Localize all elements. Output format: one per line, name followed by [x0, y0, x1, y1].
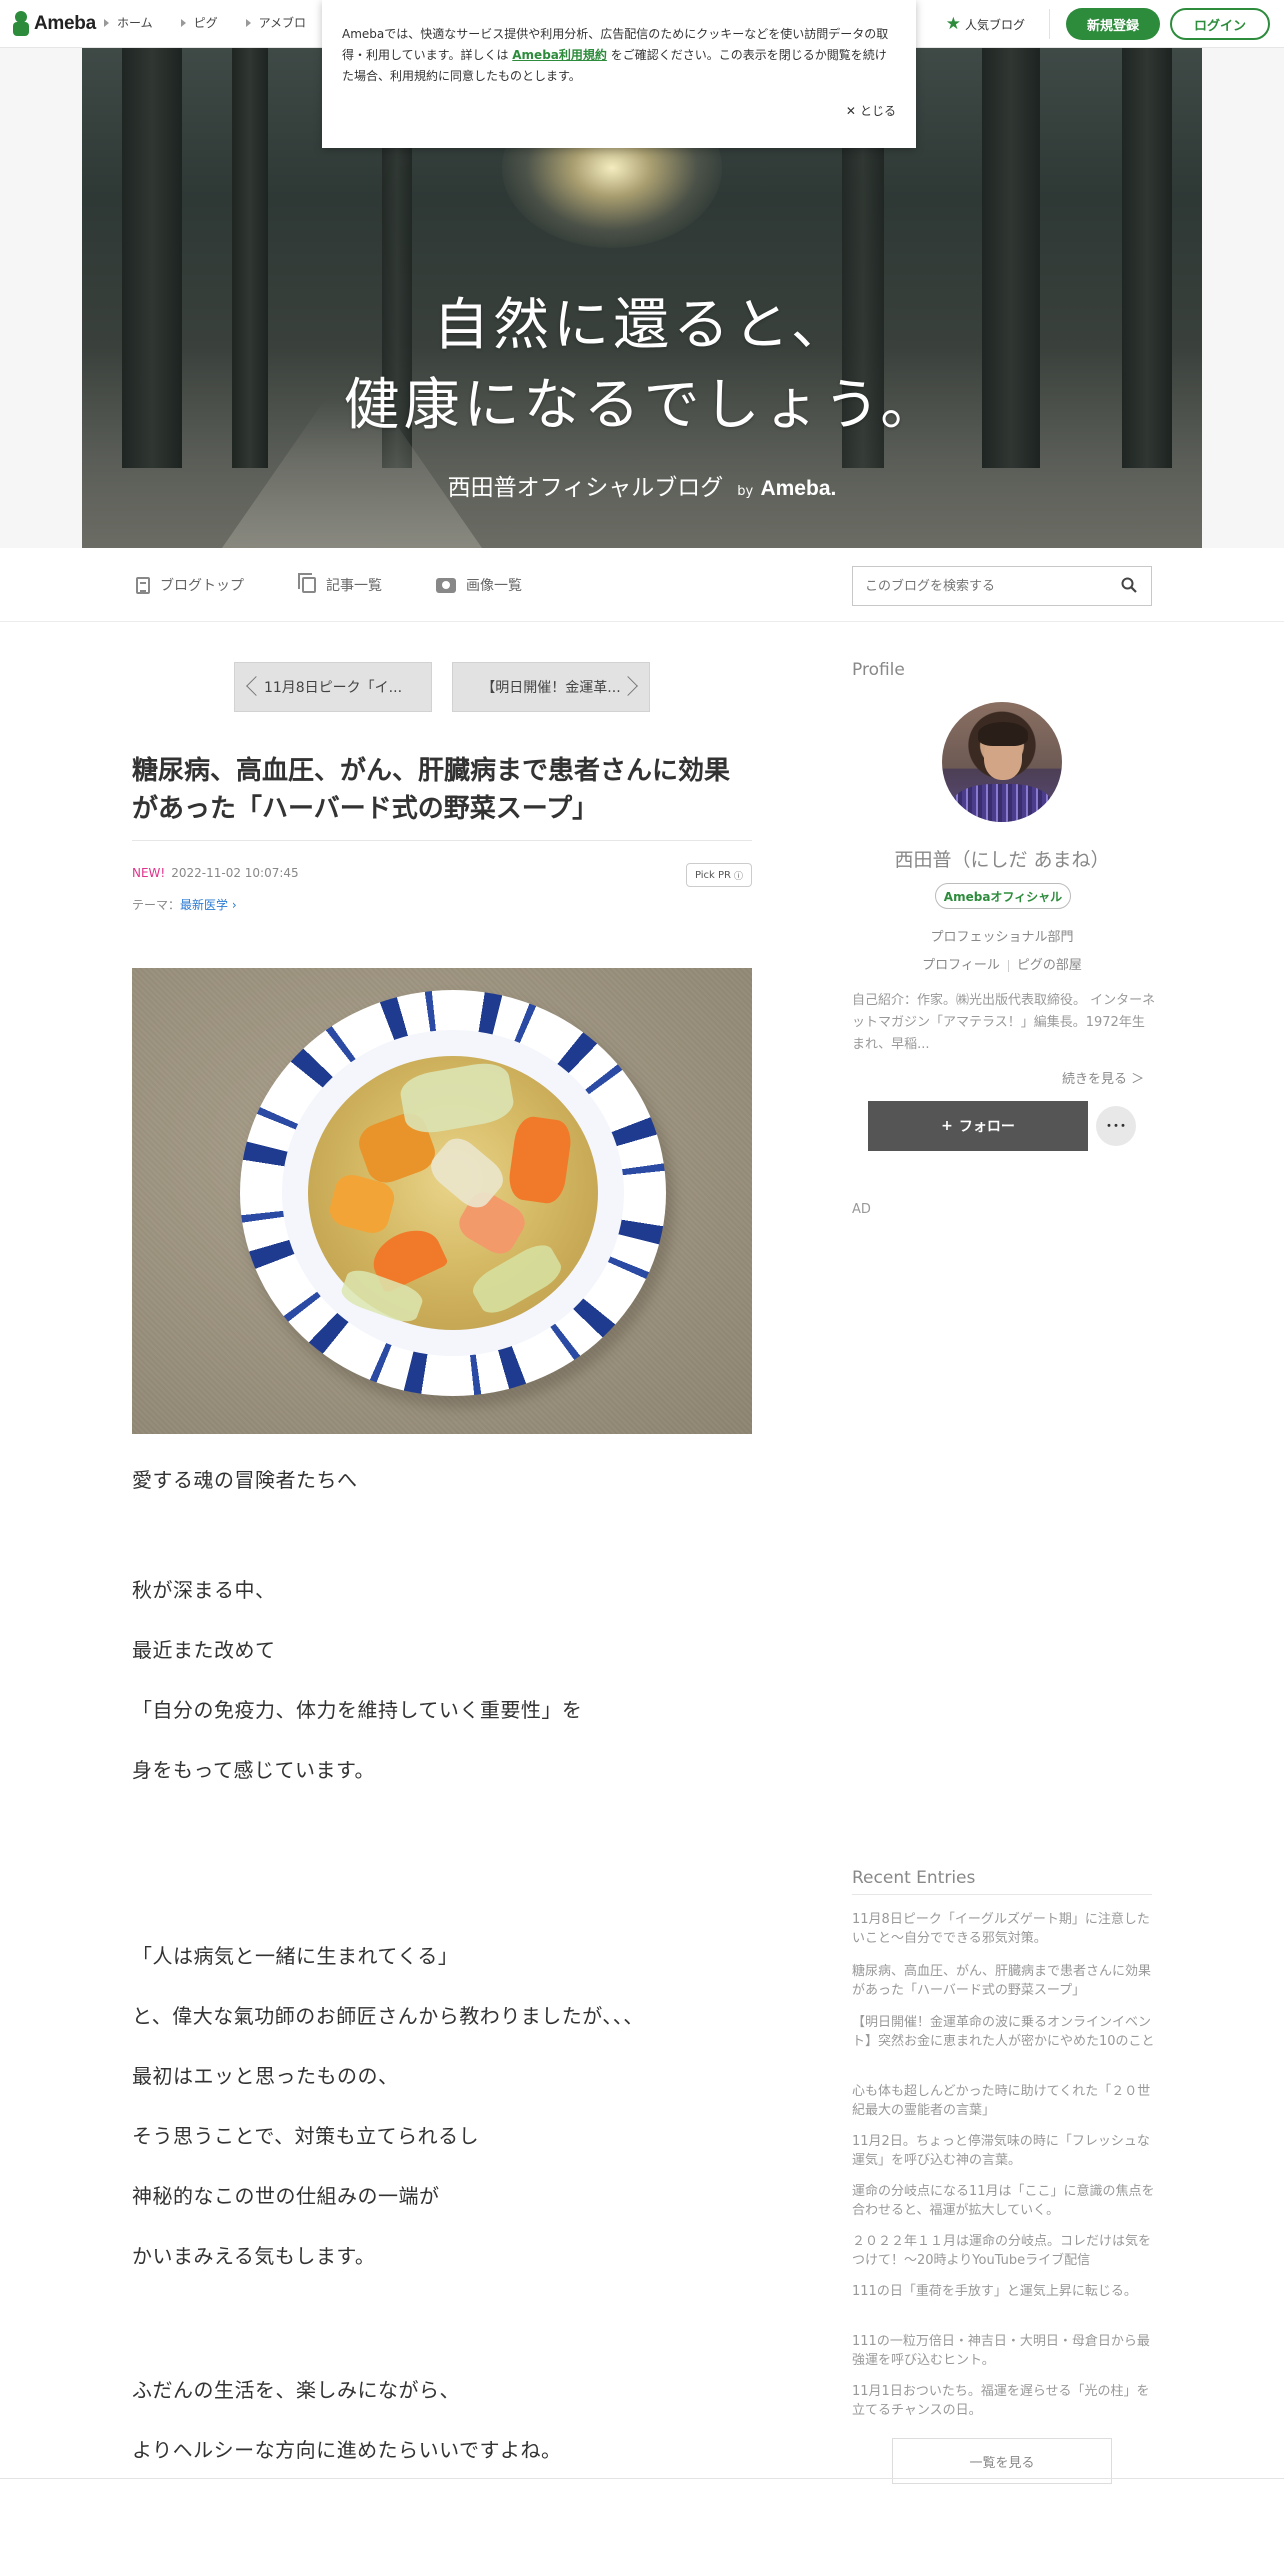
follow-button[interactable]: + フォロー: [868, 1101, 1088, 1151]
camera-icon: [436, 577, 456, 593]
cookie-banner: Amebaでは、快適なサービス提供や利用分析、広告配信のためにクッキーなどを使い…: [322, 0, 916, 148]
article-paragraph: 最近また改めて: [132, 1638, 276, 1662]
recent-entries-heading: Recent Entries: [852, 1868, 976, 1888]
article-paragraph: そう思うことで、対策も立てられるし: [132, 2124, 480, 2148]
recent-entry[interactable]: 【明日開催！金運革命の波に乗るオンラインイベント】突然お金に恵まれた人が密かにや…: [852, 2013, 1156, 2051]
hero-title-line2: 健康になるでしょう。: [343, 373, 941, 438]
article-paragraph: 身をもって感じています。: [132, 1758, 375, 1782]
divider: [132, 840, 752, 841]
recent-entry[interactable]: 運命の分岐点になる11月は「ここ」に意識の焦点を合わせると、福運が拡大していく。: [852, 2182, 1156, 2220]
article-paragraph: 「自分の免疫力、体力を維持していく重要性」を: [132, 1698, 583, 1722]
article-theme: テーマ：最新医学 ›: [132, 898, 237, 912]
recent-entry[interactable]: 111の一粒万倍日・神吉日・大明日・母倉日から最強運を呼び込むヒント。: [852, 2332, 1156, 2370]
terms-link[interactable]: Ameba利用規約: [512, 48, 607, 62]
recent-entry[interactable]: ２０２２年１１月は運命の分岐点。コレだけは気をつけて！〜20時よりYouTube…: [852, 2232, 1156, 2270]
entries-icon: [298, 573, 316, 593]
avatar[interactable]: [942, 702, 1062, 822]
recent-entry[interactable]: 11月2日。ちょっと停滞気味の時に「フレッシュな運気」を呼び込む神の言葉。: [852, 2132, 1156, 2170]
chevron-left-icon: [246, 676, 266, 696]
divider: [852, 1894, 1152, 1895]
profile-heading: Profile: [852, 660, 905, 680]
recent-entry[interactable]: 111の日「重荷を手放す」と運気上昇に転じる。: [852, 2282, 1156, 2301]
article-paragraph: 愛する魂の冒険者たちへ: [132, 1468, 358, 1492]
recent-entry[interactable]: 心も体も超しんどかった時に助けてくれた「２０世紀最大の霊能者の言葉」: [852, 2082, 1156, 2120]
article-datetime: 2022-11-02 10:07:45: [171, 866, 299, 880]
recent-entry[interactable]: 11月8日ピーク「イーグルズゲート期」に注意したいこと〜自分でできる邪気対策。: [852, 1910, 1156, 1948]
article-paragraph: 最初はエッと思ったものの、: [132, 2064, 399, 2088]
hero-title-line1: 自然に還ると、: [433, 293, 851, 358]
triangle-icon: [104, 18, 109, 27]
image-list-link[interactable]: 画像一覧: [436, 575, 522, 595]
theme-link[interactable]: 最新医学: [180, 898, 228, 912]
star-icon: ★: [945, 13, 961, 34]
triangle-icon: [180, 18, 186, 27]
pig-room-link[interactable]: ピグの部屋: [1017, 958, 1082, 973]
cookie-text: Amebaでは、快適なサービス提供や利用分析、広告配信のためにクッキーなどを使い…: [342, 27, 889, 83]
entry-list-link[interactable]: 記事一覧: [298, 573, 382, 595]
blog-name: 西田普オフィシャルブログ by Ameba.: [447, 475, 837, 501]
header-actions: ★ 人気ブログ 新規登録 ログイン: [946, 8, 1270, 40]
ameba-mascot-icon: [12, 11, 30, 37]
more-options-button[interactable]: ･･･: [1096, 1106, 1136, 1146]
pick-pr-button[interactable]: Pick PR ⓘ: [686, 863, 752, 887]
article-paragraph: よりヘルシーな方向に進めたらいいですよね。: [132, 2438, 562, 2462]
blog-top-link[interactable]: ブログトップ: [136, 575, 244, 595]
global-nav-ameblo[interactable]: アメブロ: [245, 14, 306, 31]
divider: [1049, 9, 1050, 39]
article-paragraph: ふだんの生活を、楽しみにながら、: [132, 2378, 460, 2402]
profile-links: プロフィール ピグの部屋: [852, 954, 1152, 973]
next-entry-button[interactable]: 【明日開催！金運革...: [452, 662, 650, 712]
read-more-link[interactable]: 続きを見る ＞: [1062, 1068, 1144, 1087]
blog-nav: ブログトップ 記事一覧 画像一覧: [0, 548, 1284, 622]
divider: [0, 2478, 1284, 2479]
popular-blog-link[interactable]: ★ 人気ブログ: [945, 13, 1025, 34]
profile-link[interactable]: プロフィール: [922, 958, 1000, 973]
login-button[interactable]: ログイン: [1170, 8, 1270, 40]
global-nav-home[interactable]: ホーム: [104, 14, 153, 31]
article-title[interactable]: 糖尿病、高血圧、がん、肝臓病まで患者さんに効果があった「ハーバード式の野菜スープ…: [132, 752, 752, 828]
info-icon: ⓘ: [734, 871, 744, 882]
signup-button[interactable]: 新規登録: [1066, 8, 1160, 40]
chevron-right-icon: ›: [228, 898, 237, 912]
divider: [1007, 959, 1009, 972]
article-paragraph: と、偉大な氣功師のお師匠さんから教わりましたが、、、: [132, 2004, 644, 2028]
article-paragraph: 秋が深まる中、: [132, 1578, 276, 1602]
official-badge: Amebaオフィシャル: [935, 883, 1071, 909]
profile-name[interactable]: 西田普（にしだ あまね）: [852, 845, 1152, 872]
article-image-vegetable-soup[interactable]: [132, 968, 752, 1434]
cookie-close-button[interactable]: ✕ とじる: [846, 102, 896, 119]
article-paragraph: かいまみえる気もします。: [132, 2244, 376, 2268]
recent-entry[interactable]: 糖尿病、高血圧、がん、肝臓病まで患者さんに効果があった「ハーバード式の野菜スープ…: [852, 1962, 1156, 2000]
logo-text: Ameba: [34, 13, 96, 34]
plus-icon: +: [941, 1118, 953, 1134]
article-paragraph: 神秘的なこの世の仕組みの一端が: [132, 2184, 440, 2208]
profile-category[interactable]: プロフェッショナル部門: [852, 926, 1152, 945]
global-nav: ホーム ピグ アメブロ: [104, 14, 306, 31]
close-icon: ✕: [845, 103, 856, 118]
profile-intro: 自己紹介：作家。㈱光出版代表取締役。 インターネットマガジン「アマテラス！」編集…: [852, 993, 1156, 1052]
ameba-wordmark: Ameba.: [760, 477, 837, 500]
global-nav-pigg[interactable]: ピグ: [180, 14, 218, 31]
recent-entry[interactable]: 11月1日おついたち。福運を遅らせる「光の柱」を立てるチャンスの日。: [852, 2382, 1156, 2420]
document-icon: [136, 576, 150, 594]
article-paragraph: 「人は病気と一緒に生まれてくる」: [132, 1944, 459, 1968]
ad-label: AD: [852, 1202, 871, 1217]
triangle-icon: [245, 18, 251, 27]
prev-entry-button[interactable]: 11月8日ピーク「イ...: [234, 662, 432, 712]
new-badge: NEW!: [132, 866, 166, 880]
article-meta: NEW! 2022-11-02 10:07:45: [132, 866, 299, 880]
chevron-right-icon: [618, 676, 638, 696]
search-icon[interactable]: [1121, 577, 1137, 593]
ameba-logo[interactable]: Ameba: [12, 10, 96, 38]
blog-search-input[interactable]: [853, 567, 1103, 605]
blog-search: [852, 566, 1152, 606]
